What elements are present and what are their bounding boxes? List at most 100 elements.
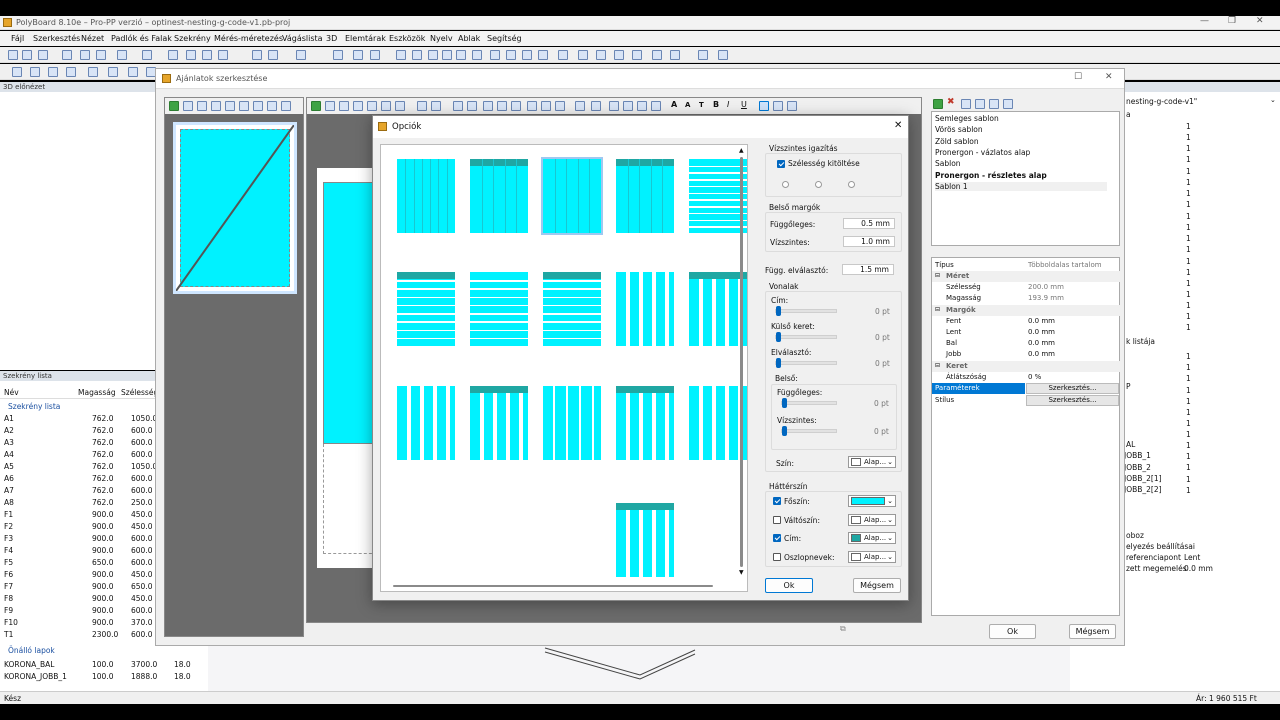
text-justify-icon[interactable] — [651, 101, 661, 111]
columns-3-icon[interactable] — [787, 101, 797, 111]
gallery-scrollbar[interactable]: ▲ ▼ — [739, 147, 745, 577]
back-icon[interactable] — [467, 101, 477, 111]
camera-icon[interactable] — [66, 67, 76, 77]
new-icon[interactable] — [8, 50, 18, 60]
export-icon[interactable] — [1003, 99, 1013, 109]
copy-icon[interactable] — [367, 101, 377, 111]
inner-horizontal-thumb[interactable] — [782, 426, 787, 436]
redo-icon[interactable] — [211, 101, 221, 111]
options-cancel-button[interactable]: Mégsem — [853, 578, 901, 593]
menu-libraries[interactable]: Elemtárak — [345, 34, 386, 43]
text-left-icon[interactable] — [609, 101, 619, 111]
column-names-checkbox[interactable] — [773, 553, 781, 561]
title-line-slider[interactable] — [775, 309, 837, 313]
align-top-icon[interactable] — [527, 101, 537, 111]
template-item[interactable]: Sablon 1 — [935, 181, 1107, 191]
add-icon[interactable] — [933, 99, 943, 109]
import-icon[interactable] — [989, 99, 999, 109]
alt-color-checkbox[interactable] — [773, 516, 781, 524]
page-thumbnail[interactable] — [173, 122, 297, 294]
export-pp-icon[interactable] — [698, 50, 708, 60]
style-tile[interactable] — [470, 386, 528, 460]
prop-category[interactable]: ⊟ Margók — [932, 305, 1120, 316]
menu-view[interactable]: Nézet — [81, 34, 104, 43]
font-grow-icon[interactable]: A — [671, 100, 677, 109]
columns-2-icon[interactable] — [773, 101, 783, 111]
select-icon[interactable] — [168, 50, 178, 60]
render-icon[interactable] — [48, 67, 58, 77]
quote-cancel-button[interactable]: Mégsem — [1069, 624, 1116, 639]
export-3-icon[interactable] — [614, 50, 624, 60]
front-icon[interactable] — [453, 101, 463, 111]
duplicate-icon[interactable] — [253, 101, 263, 111]
page-canvas[interactable] — [317, 168, 377, 568]
outer-frame-thumb[interactable] — [776, 332, 781, 342]
export-erp-icon[interactable] — [652, 50, 662, 60]
redo-icon[interactable] — [142, 50, 152, 60]
prop-row[interactable]: Magasság 193.9 mm — [932, 293, 1120, 304]
font-shrink-icon[interactable]: A — [685, 101, 690, 109]
menu-3d[interactable]: 3D — [326, 34, 337, 43]
add-icon[interactable] — [311, 101, 321, 111]
menu-file[interactable]: Fájl — [11, 34, 24, 43]
alt-color-button[interactable]: Alap... ⌄ — [848, 514, 896, 526]
scroll-down-icon[interactable]: ▼ — [739, 569, 744, 576]
main-color-checkbox[interactable] — [773, 497, 781, 505]
title-line-thumb[interactable] — [776, 306, 781, 316]
column-names-color-button[interactable]: Alap... ⌄ — [848, 551, 896, 563]
door-icon[interactable] — [218, 50, 228, 60]
align-left-icon[interactable] — [483, 101, 493, 111]
edit-params-button[interactable]: Szerkesztés... — [1026, 383, 1119, 394]
prop-category[interactable]: ⊟ Keret — [932, 361, 1120, 372]
close-icon[interactable]: ✕ — [1105, 72, 1113, 82]
collapse-icon[interactable]: ⊟ — [935, 362, 940, 369]
style-tile[interactable] — [616, 386, 674, 460]
quote-ok-button[interactable]: Ok — [989, 624, 1036, 639]
style-tile[interactable] — [543, 386, 601, 460]
clipboard-icon[interactable] — [395, 101, 405, 111]
menu-window[interactable]: Ablak — [458, 34, 480, 43]
maximize-icon[interactable]: ❐ — [1228, 16, 1236, 26]
scroll-up-icon[interactable]: ▲ — [739, 147, 744, 154]
export-icon[interactable] — [578, 50, 588, 60]
cut-icon[interactable] — [353, 50, 363, 60]
inner-horizontal-slider[interactable] — [781, 429, 837, 433]
style-tile[interactable] — [616, 272, 674, 346]
align-center-radio[interactable] — [815, 181, 822, 188]
align-bottom-icon[interactable] — [555, 101, 565, 111]
vertical-separator-input[interactable]: 1.5 mm — [842, 264, 894, 275]
page-table-block[interactable] — [323, 182, 377, 444]
view-front-icon[interactable] — [490, 50, 500, 60]
main-color-button[interactable]: ⌄ — [848, 495, 896, 507]
paste-icon[interactable] — [239, 101, 249, 111]
close-icon[interactable]: ✕ — [894, 120, 902, 131]
group-icon[interactable] — [417, 101, 427, 111]
template-item[interactable]: Zöld sablon — [935, 137, 1107, 146]
copy-icon[interactable] — [225, 101, 235, 111]
prop-row[interactable]: Jobb 0.0 mm — [932, 349, 1120, 360]
template-item[interactable]: Pronergon - részletes alap — [935, 171, 1107, 180]
add-icon[interactable] — [169, 101, 179, 111]
prop-row[interactable]: Lent 0.0 mm — [932, 327, 1120, 338]
menu-cutlist[interactable]: Vágáslista — [282, 34, 323, 43]
outer-frame-slider[interactable] — [775, 335, 837, 339]
zoom-in-icon[interactable] — [396, 50, 406, 60]
open-icon[interactable] — [22, 50, 32, 60]
align-right-icon[interactable] — [511, 101, 521, 111]
table-row[interactable]: KORONA_BAL 100.0 3700.0 18.0 — [0, 659, 191, 671]
vertical-margin-input[interactable]: 0.5 mm — [843, 218, 895, 229]
view-3d-icon[interactable] — [538, 50, 548, 60]
col-name[interactable]: Név — [4, 388, 19, 397]
prop-row[interactable]: Fent 0.0 mm — [932, 316, 1120, 327]
template-item[interactable]: Sablon — [935, 159, 1107, 168]
zoom-out-icon[interactable] — [412, 50, 422, 60]
measure-icon[interactable] — [296, 50, 306, 60]
undo-icon[interactable] — [197, 101, 207, 111]
chevron-down-icon[interactable]: ⌄ — [1270, 96, 1276, 104]
align-right-radio[interactable] — [848, 181, 855, 188]
italic-icon[interactable]: I — [727, 100, 729, 109]
menu-help[interactable]: Segítség — [487, 34, 522, 43]
separator-slider[interactable] — [775, 361, 837, 365]
export-2-icon[interactable] — [596, 50, 606, 60]
wall-icon[interactable] — [186, 50, 196, 60]
